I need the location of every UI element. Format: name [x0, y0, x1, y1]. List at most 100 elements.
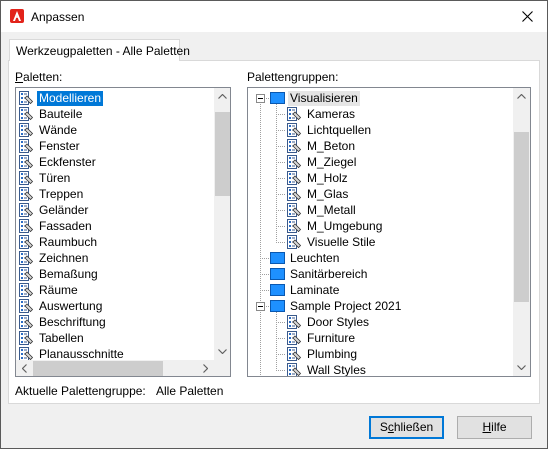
tree-item-palette[interactable]: Visuelle Stile [286, 234, 377, 250]
palette-list-item[interactable]: Raumbuch [18, 234, 99, 250]
palette-list-item[interactable]: Tabellen [18, 330, 86, 346]
tool-palette-icon [19, 203, 34, 217]
palette-group-icon [270, 92, 285, 104]
tool-palette-icon [19, 91, 34, 105]
tree-item-palette[interactable]: Lichtquellen [286, 122, 373, 138]
palette-list-item[interactable]: Bauteile [18, 106, 84, 122]
scroll-left-arrow-icon[interactable] [16, 360, 33, 376]
palette-list-item-label: Geländer [39, 202, 89, 217]
palette-list-item[interactable]: Modellieren [18, 90, 104, 106]
tree-item-palette[interactable]: Door Styles [286, 314, 371, 330]
close-window-button[interactable] [507, 1, 547, 32]
tree-item-label: Door Styles [307, 314, 370, 329]
palette-list-item-label: Türen [39, 170, 71, 185]
tree-item-palette[interactable]: Plumbing [286, 346, 359, 362]
tree-item-label: Visuelle Stile [307, 234, 376, 249]
tree-item-palette[interactable]: M_Metall [286, 202, 358, 218]
collapse-toggle-icon[interactable] [256, 94, 265, 103]
tree-item-group[interactable]: Leuchten [270, 250, 341, 266]
tree-item-palette[interactable]: M_Umgebung [286, 218, 384, 234]
tree-item-label: Visualisieren [288, 90, 360, 106]
palette-list-item-label: Auswertung [39, 298, 103, 313]
tool-palette-icon [287, 107, 302, 121]
tree-item-palette[interactable]: M_Glas [286, 186, 350, 202]
palette-list-item[interactable]: Zeichnen [18, 250, 90, 266]
tree-item-palette[interactable]: M_Beton [286, 138, 357, 154]
palette-list-item[interactable]: Eckfenster [18, 154, 98, 170]
tool-palette-icon [287, 235, 302, 249]
tab-tool-palettes[interactable]: Werkzeugpaletten - Alle Paletten [9, 39, 190, 61]
tree-item-palette[interactable]: Kameras [286, 106, 357, 122]
palette-list-item[interactable]: Fassaden [18, 218, 94, 234]
customize-dialog: Anpassen Werkzeugpaletten - Alle Palette… [0, 0, 548, 449]
scroll-up-arrow-icon[interactable] [214, 88, 230, 105]
tree-item-label: M_Beton [307, 138, 356, 153]
tree-item-label: Sanitärbereich [290, 266, 368, 281]
palette-list-item[interactable]: Räume [18, 282, 80, 298]
tool-palette-icon [19, 283, 34, 297]
help-button[interactable]: Hilfe [457, 416, 532, 439]
tree-item-label: Kameras [307, 106, 356, 121]
palettes-horizontal-scrollbar[interactable] [16, 360, 214, 376]
tree-item-label: Wall Styles [307, 362, 366, 377]
palette-list-item-label: Treppen [39, 186, 84, 201]
tool-palette-icon [287, 187, 302, 201]
scroll-corner [214, 360, 230, 376]
tree-item-group[interactable]: Sample Project 2021 [270, 298, 403, 314]
palette-list-item[interactable]: Treppen [18, 186, 85, 202]
palette-list-item[interactable]: Bemaßung [18, 266, 100, 282]
tool-palette-icon [19, 235, 34, 249]
palette-groups-tree[interactable]: Visualisieren Kameras Lichtquellen M_Beton M… [247, 87, 531, 377]
tab-panel: Paletten: Modellieren Bauteile Wände Fenste… [8, 60, 540, 404]
palettes-vertical-scroll-thumb[interactable] [215, 112, 230, 196]
tree-item-group[interactable]: Sanitärbereich [270, 266, 369, 282]
tool-palette-icon [287, 331, 302, 345]
palette-list-item-label: Räume [39, 282, 78, 297]
palette-group-icon [270, 268, 285, 280]
tool-palette-icon [19, 315, 34, 329]
palette-list-item[interactable]: Beschriftung [18, 314, 108, 330]
palette-list-item-label: Eckfenster [39, 154, 96, 169]
scroll-up-arrow-icon[interactable] [513, 88, 530, 105]
tree-item-label: M_Metall [307, 202, 356, 217]
collapse-toggle-icon[interactable] [256, 302, 265, 311]
palettes-vertical-scrollbar[interactable] [214, 88, 230, 360]
palettes-horizontal-scroll-thumb[interactable] [33, 361, 163, 376]
groups-vertical-scrollbar[interactable] [513, 88, 530, 376]
palette-list-item-label: Raumbuch [39, 234, 98, 249]
tree-item-label: M_Ziegel [307, 154, 357, 169]
scroll-right-arrow-icon[interactable] [197, 360, 214, 376]
palette-list-item-label: Tabellen [39, 330, 84, 345]
palettes-list[interactable]: Modellieren Bauteile Wände Fenster Eckfenste… [15, 87, 231, 377]
groups-vertical-scroll-thumb[interactable] [514, 132, 529, 302]
palette-list-item[interactable]: Wände [18, 122, 79, 138]
tool-palette-icon [19, 299, 34, 313]
tree-item-palette[interactable]: M_Ziegel [286, 154, 358, 170]
tree-item-palette[interactable]: Wall Styles [286, 362, 368, 377]
palette-list-item[interactable]: Auswertung [18, 298, 104, 314]
tool-palette-icon [287, 139, 302, 153]
tree-item-group[interactable]: Laminate [270, 282, 341, 298]
palette-list-item-label: Wände [39, 122, 78, 137]
tool-palette-icon [287, 219, 302, 233]
tool-palette-icon [19, 219, 34, 233]
scroll-down-arrow-icon[interactable] [513, 359, 530, 376]
tree-item-label: Leuchten [290, 250, 340, 265]
autocad-logo-icon [10, 9, 24, 23]
palette-list-item[interactable]: Türen [18, 170, 72, 186]
palette-list-item[interactable]: Geländer [18, 202, 90, 218]
tool-palette-icon [287, 347, 302, 361]
tool-palette-icon [19, 267, 34, 281]
tool-palette-icon [19, 331, 34, 345]
palettes-label: Paletten: [15, 70, 63, 84]
tree-item-palette[interactable]: M_Holz [286, 170, 350, 186]
tree-item-group[interactable]: Visualisieren [270, 90, 360, 106]
scroll-down-arrow-icon[interactable] [214, 343, 230, 360]
palette-list-item[interactable]: Fenster [18, 138, 82, 154]
tree-item-palette[interactable]: Furniture [286, 330, 357, 346]
tool-palette-icon [19, 171, 34, 185]
close-button[interactable]: Schließen [369, 416, 444, 439]
palette-list-item-label: Fenster [39, 138, 80, 153]
palette-list-item-label: Beschriftung [39, 314, 106, 329]
palette-list-item-label: Modellieren [37, 90, 104, 106]
